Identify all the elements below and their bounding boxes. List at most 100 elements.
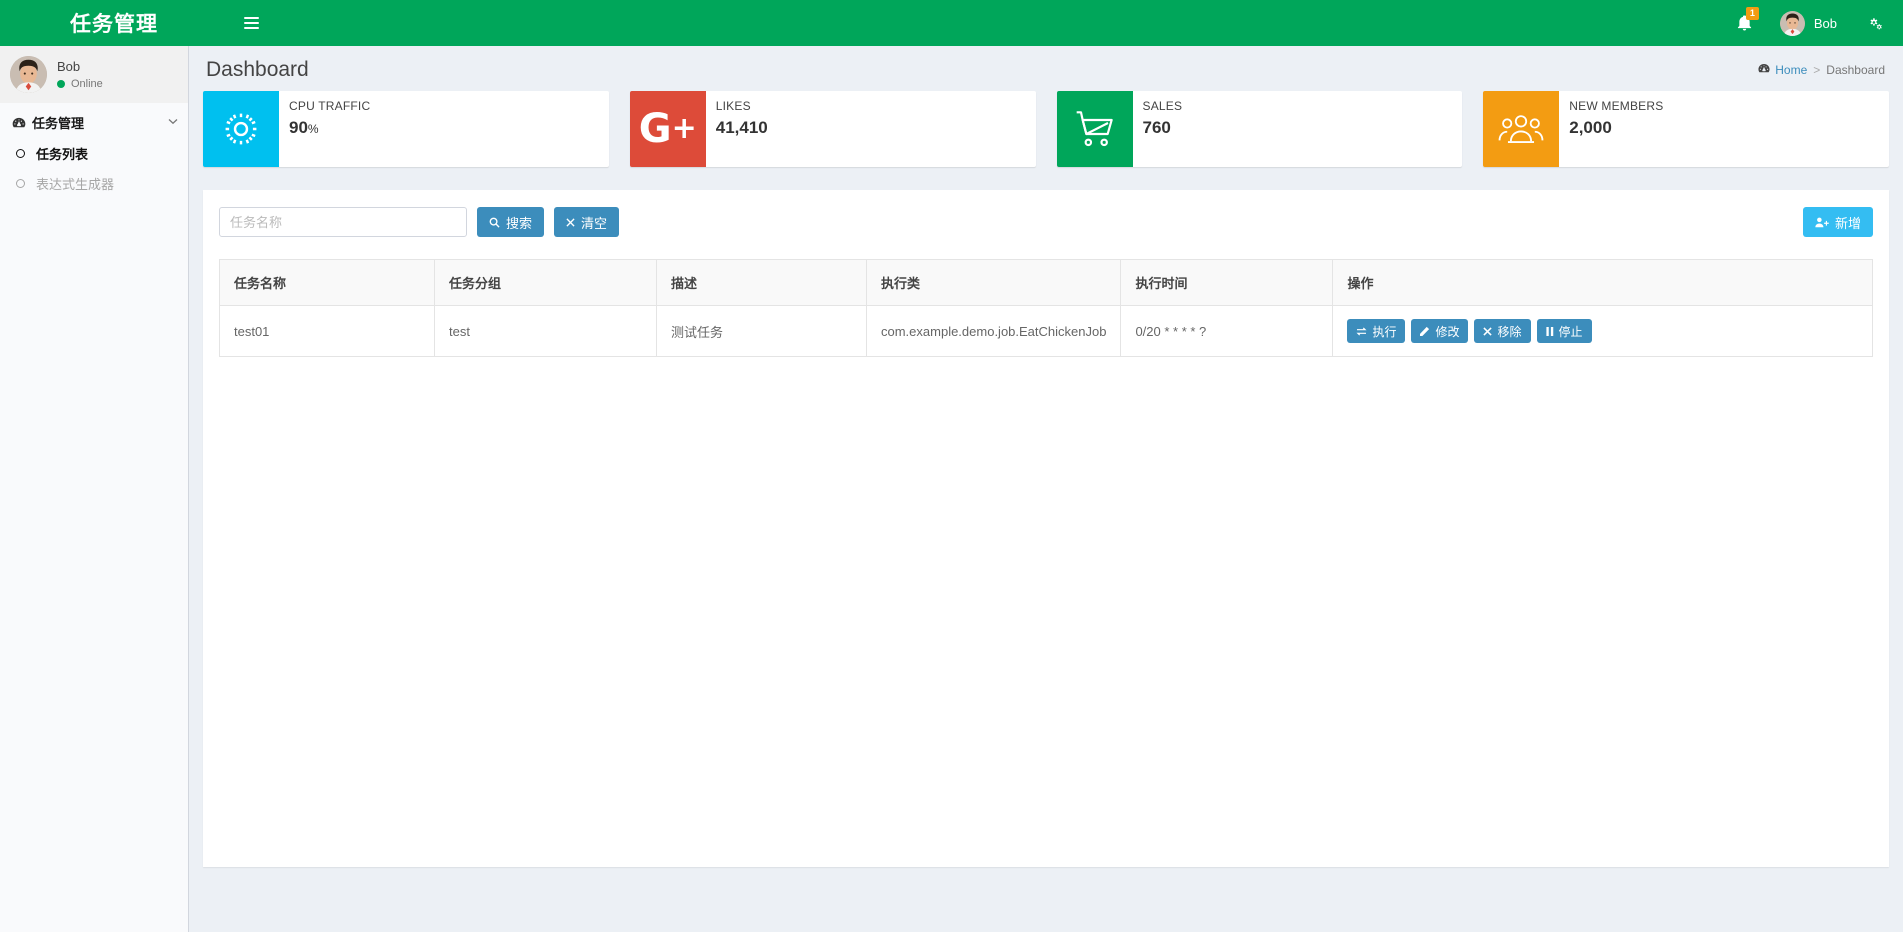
info-box-likes[interactable]: G + LIKES 41,410 (629, 91, 1036, 167)
notification-badge: 1 (1745, 7, 1759, 20)
info-box-content: SALES 760 (1133, 91, 1193, 167)
sidebar-toggle-button[interactable] (228, 0, 274, 46)
cell-task-cron: 0/20 * * * * ? (1120, 305, 1334, 357)
info-box-number: 2,000 (1569, 118, 1612, 137)
google-plus-icon: G + (629, 91, 706, 167)
breadcrumb-home-link[interactable]: Home (1775, 63, 1807, 77)
info-box-content: LIKES 41,410 (706, 91, 778, 167)
column-header-group: 任务分组 (434, 259, 657, 306)
edit-task-button[interactable]: 修改 (1411, 319, 1469, 343)
app-logo-text: 任务管理 (70, 13, 158, 36)
table-header-row: 任务名称 任务分组 描述 执行类 执行时间 操作 (219, 259, 1873, 306)
run-task-button[interactable]: 执行 (1347, 319, 1406, 343)
column-header-job-class: 执行类 (866, 259, 1122, 306)
gears-icon (1865, 15, 1883, 31)
task-toolbar: 搜索 清空 (219, 207, 1873, 237)
sidebar-item-cron-generator[interactable]: 表达式生成器 (0, 168, 188, 198)
content-header: Dashboard Home > Dashboard (189, 46, 1903, 89)
search-button-label: 搜索 (506, 215, 533, 231)
table-row: test01 test 测试任务 com.example.demo.job.Ea… (219, 305, 1873, 357)
clear-button[interactable]: 清空 (554, 207, 620, 237)
breadcrumb-separator: > (1813, 63, 1821, 77)
chevron-down-icon (168, 117, 178, 128)
cell-task-job-class: com.example.demo.job.EatChickenJob (866, 305, 1122, 357)
cell-task-description: 测试任务 (656, 305, 867, 357)
info-box-new-members[interactable]: NEW MEMBERS 2,000 (1483, 91, 1889, 167)
sidebar-item-task-list[interactable]: 任务列表 (0, 138, 188, 168)
navbar-right: 1 Bob (1723, 0, 1903, 46)
cell-task-group: test (434, 305, 657, 357)
sidebar-username: Bob (57, 58, 81, 74)
info-boxes-row: CPU TRAFFIC 90% G + LIKES 41,410 SALES 7… (189, 89, 1903, 167)
top-navbar: 1 Bob (228, 0, 1903, 46)
notifications-button[interactable]: 1 (1723, 0, 1766, 46)
row-action-buttons: 执行 修改 移除 停止 (1347, 319, 1858, 343)
task-list-panel: 搜索 清空 (203, 190, 1889, 867)
info-box-number: 90% (289, 118, 319, 137)
nav-username: Bob (1813, 15, 1837, 31)
info-box-label: NEW MEMBERS (1569, 99, 1664, 113)
edit-task-label: 修改 (1435, 324, 1460, 339)
column-header-description: 描述 (656, 259, 867, 306)
dashboard-icon (1758, 63, 1770, 77)
exchange-icon (1356, 326, 1367, 336)
sidebar-user-panel: Bob Online (0, 46, 188, 103)
sidebar-treeview-task-management: 任务管理 任务列表 表达式生成器 (0, 107, 188, 198)
add-task-button[interactable]: 新增 (1802, 207, 1873, 237)
app-logo[interactable]: 任务管理 (0, 0, 228, 46)
page-title: Dashboard (206, 58, 309, 81)
stop-task-button[interactable]: 停止 (1536, 319, 1592, 343)
sidebar-submenu-item-wrapper: 任务列表 (0, 138, 188, 168)
bell-icon: 1 (1737, 7, 1759, 31)
control-sidebar-button[interactable] (1851, 0, 1897, 46)
main-header: 任务管理 1 Bob (0, 0, 1903, 46)
sidebar-user-info: Bob Online (57, 60, 103, 90)
breadcrumb-current: Dashboard (1826, 63, 1885, 77)
search-input[interactable] (219, 207, 467, 237)
sidebar-item-label: 任务管理 (32, 116, 85, 131)
left-sidebar: Bob Online 任务管理 任务列表 表达式生成器 (0, 46, 189, 932)
sidebar-submenu: 任务列表 表达式生成器 (0, 138, 188, 198)
times-icon (566, 217, 575, 227)
online-status-dot (57, 80, 65, 88)
info-box-cpu-traffic[interactable]: CPU TRAFFIC 90% (203, 91, 609, 167)
toolbar-left: 搜索 清空 (219, 207, 620, 237)
info-box-unit: % (307, 122, 319, 136)
sidebar-item-label: 表达式生成器 (36, 176, 115, 192)
sidebar-user-status: Online (57, 77, 103, 90)
cell-task-actions: 执行 修改 移除 停止 (1332, 305, 1873, 357)
task-table: 任务名称 任务分组 描述 执行类 执行时间 操作 test01 test 测试任… (219, 259, 1873, 357)
info-box-label: LIKES (715, 99, 751, 113)
pencil-icon (1420, 326, 1430, 336)
avatar (1779, 10, 1805, 36)
info-box-label: CPU TRAFFIC (289, 99, 371, 113)
info-box-label: SALES (1142, 99, 1183, 113)
pause-icon (1545, 326, 1554, 336)
circle-o-icon (16, 178, 36, 188)
clear-button-label: 清空 (581, 215, 608, 231)
info-box-number: 41,410 (715, 118, 768, 137)
column-header-cron: 执行时间 (1120, 259, 1334, 306)
column-header-name: 任务名称 (219, 259, 435, 306)
info-box-content: CPU TRAFFIC 90% (279, 91, 380, 167)
stop-task-label: 停止 (1558, 324, 1583, 339)
user-menu-button[interactable]: Bob (1766, 0, 1851, 46)
sidebar-avatar (10, 56, 47, 93)
column-header-actions: 操作 (1332, 259, 1873, 306)
shopping-cart-icon (1056, 91, 1133, 167)
remove-task-label: 移除 (1497, 324, 1522, 339)
user-plus-icon (1815, 217, 1829, 228)
hamburger-icon (243, 14, 259, 32)
task-table-body: test01 test 测试任务 com.example.demo.job.Ea… (219, 305, 1873, 357)
gear-icon (203, 91, 279, 167)
circle-o-icon (16, 148, 36, 158)
breadcrumb: Home > Dashboard (1758, 63, 1885, 77)
dashboard-icon (12, 117, 32, 129)
remove-task-button[interactable]: 移除 (1474, 319, 1531, 343)
sidebar-item-task-management[interactable]: 任务管理 (0, 107, 188, 138)
search-icon (489, 217, 500, 228)
sidebar-status-label: Online (71, 77, 103, 90)
task-table-head: 任务名称 任务分组 描述 执行类 执行时间 操作 (219, 259, 1873, 306)
search-button[interactable]: 搜索 (477, 207, 545, 237)
info-box-sales[interactable]: SALES 760 (1056, 91, 1463, 167)
